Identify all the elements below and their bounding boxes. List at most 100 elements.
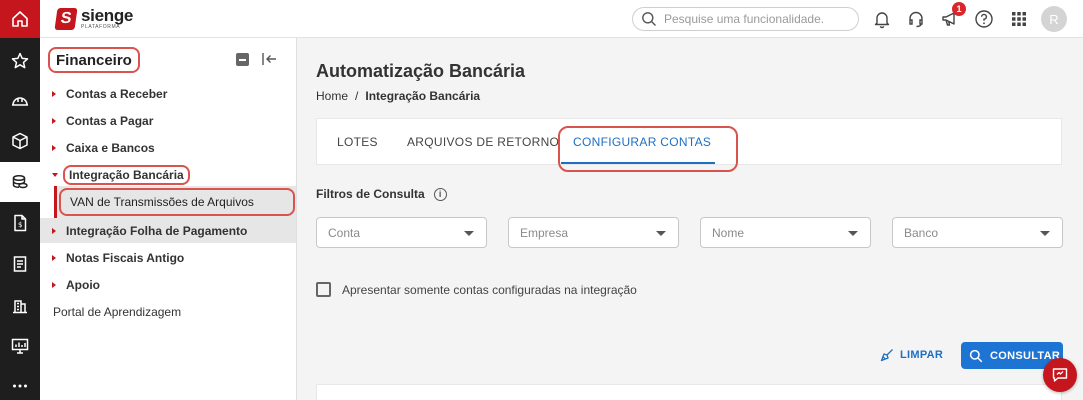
search-icon xyxy=(969,349,983,362)
help-icon xyxy=(975,10,993,28)
empresa-select[interactable]: Empresa xyxy=(508,217,679,248)
building-icon xyxy=(13,300,27,314)
filters-heading-text: Filtros de Consulta xyxy=(316,187,425,201)
chat-icon xyxy=(1052,368,1068,382)
dropdown-arrow-icon xyxy=(848,231,858,236)
chat-button[interactable] xyxy=(1043,358,1077,392)
rail-engineering[interactable] xyxy=(0,81,40,121)
module-sidebar: Financeiro Contas a Receber Contas a Pag… xyxy=(40,38,297,400)
submenu-item-van[interactable]: VAN de Transmissões de Arquivos xyxy=(54,186,296,219)
caret-right-icon xyxy=(52,227,56,234)
caret-right-icon xyxy=(52,144,56,151)
tab-arquivos-retorno[interactable]: ARQUIVOS DE RETORNO xyxy=(407,119,559,165)
nome-select[interactable]: Nome xyxy=(700,217,871,248)
breadcrumb-home[interactable]: Home xyxy=(316,89,348,103)
app-rail: $ xyxy=(0,0,40,400)
menu-item-contas-pagar[interactable]: Contas a Pagar xyxy=(40,108,296,133)
menu-item-label: Portal de Aprendizagem xyxy=(53,304,182,319)
info-icon[interactable]: i xyxy=(433,187,447,201)
box-icon xyxy=(12,132,28,150)
rail-supplies[interactable] xyxy=(0,121,40,161)
menu-item-caixa-bancos[interactable]: Caixa e Bancos xyxy=(40,135,296,160)
rail-favorites[interactable] xyxy=(0,41,40,81)
menu-item-label: Notas Fiscais Antigo xyxy=(66,250,185,265)
menu-item-label: Contas a Receber xyxy=(66,86,168,101)
menu-item-label: Caixa e Bancos xyxy=(66,140,155,155)
announcements-button[interactable]: 1 xyxy=(939,2,966,30)
collapse-all-button[interactable] xyxy=(236,53,249,66)
menu-item-integracao-folha[interactable]: Integração Folha de Pagamento xyxy=(40,218,296,243)
top-header: S sienge PLATAFORMA 1 R xyxy=(40,0,1083,38)
menu-item-apoio[interactable]: Apoio xyxy=(40,272,296,297)
menu-item-label: Integração Folha de Pagamento xyxy=(66,223,248,238)
menu-item-label: Integração Bancária xyxy=(63,164,190,185)
rail-fiscal[interactable]: $ xyxy=(0,203,40,243)
svg-text:$: $ xyxy=(18,221,22,229)
search-input[interactable] xyxy=(664,12,849,26)
breadcrumb-separator: / xyxy=(355,89,359,103)
logo-subtitle: PLATAFORMA xyxy=(81,24,121,30)
monitor-icon xyxy=(11,338,29,354)
dropdown-arrow-icon xyxy=(1040,231,1050,236)
logo-mark: S xyxy=(54,7,78,30)
hide-sidebar-icon[interactable] xyxy=(261,51,279,67)
document-icon: $ xyxy=(14,214,27,232)
helmet-icon xyxy=(12,97,28,106)
only-configured-checkbox[interactable] xyxy=(316,282,331,297)
menu-item-contas-receber[interactable]: Contas a Receber xyxy=(40,81,296,106)
caret-right-icon xyxy=(52,90,56,97)
grid-icon xyxy=(1012,12,1026,26)
conta-select-placeholder: Conta xyxy=(328,225,361,240)
more-icon xyxy=(13,384,27,388)
star-icon xyxy=(11,52,29,69)
caret-right-icon xyxy=(52,254,56,261)
menu-item-integracao-bancaria[interactable]: Integração Bancária xyxy=(40,162,296,187)
caret-right-icon xyxy=(52,117,56,124)
headset-icon xyxy=(909,11,923,28)
menu-item-notas-fiscais[interactable]: Notas Fiscais Antigo xyxy=(40,245,296,270)
menu-item-label: Contas a Pagar xyxy=(66,113,154,128)
logo-name: sienge xyxy=(81,6,134,25)
search-icon xyxy=(642,12,656,26)
broom-icon xyxy=(880,349,893,362)
sienge-logo[interactable]: S sienge PLATAFORMA xyxy=(54,6,134,30)
rail-reports[interactable] xyxy=(0,244,40,284)
only-configured-filter: Apresentar somente contas configuradas n… xyxy=(316,282,637,297)
list-document-icon xyxy=(13,256,27,272)
rail-more[interactable] xyxy=(0,366,40,400)
clear-button-label: LIMPAR xyxy=(900,349,944,361)
coins-icon xyxy=(12,174,28,189)
rail-commercial[interactable] xyxy=(0,285,40,325)
banco-select[interactable]: Banco xyxy=(892,217,1063,248)
caret-down-icon xyxy=(52,172,58,177)
breadcrumb: Home / Integração Bancária xyxy=(316,89,480,103)
menu-item-label: Apoio xyxy=(66,277,100,292)
page-title: Automatização Bancária xyxy=(316,61,526,81)
conta-select[interactable]: Conta xyxy=(316,217,487,248)
module-title: Financeiro xyxy=(48,47,140,73)
menu-item-portal[interactable]: Portal de Aprendizagem xyxy=(40,299,296,324)
home-icon xyxy=(12,11,28,27)
bell-icon xyxy=(874,12,890,29)
caret-right-icon xyxy=(52,281,56,288)
support-button[interactable] xyxy=(905,8,927,30)
tab-highlight-annotation xyxy=(558,126,738,172)
tabs-bar: LOTES ARQUIVOS DE RETORNO CONFIGURAR CON… xyxy=(316,118,1062,172)
tab-lotes[interactable]: LOTES xyxy=(337,119,378,165)
avatar[interactable]: R xyxy=(1041,6,1067,32)
dropdown-arrow-icon xyxy=(656,231,666,236)
rail-home[interactable] xyxy=(0,0,40,38)
rail-monitor[interactable] xyxy=(0,326,40,366)
notifications-button[interactable] xyxy=(871,8,893,30)
banco-select-placeholder: Banco xyxy=(904,225,939,240)
rail-financial[interactable] xyxy=(0,162,40,202)
clear-button[interactable]: LIMPAR xyxy=(880,344,943,366)
breadcrumb-current: Integração Bancária xyxy=(365,89,481,103)
search-box[interactable] xyxy=(632,7,859,31)
submenu-item-label: VAN de Transmissões de Arquivos xyxy=(59,188,295,216)
apps-button[interactable] xyxy=(1008,8,1030,30)
empresa-select-placeholder: Empresa xyxy=(520,225,569,240)
help-button[interactable] xyxy=(973,8,995,30)
nome-select-placeholder: Nome xyxy=(712,225,745,240)
only-configured-label[interactable]: Apresentar somente contas configuradas n… xyxy=(342,283,637,297)
